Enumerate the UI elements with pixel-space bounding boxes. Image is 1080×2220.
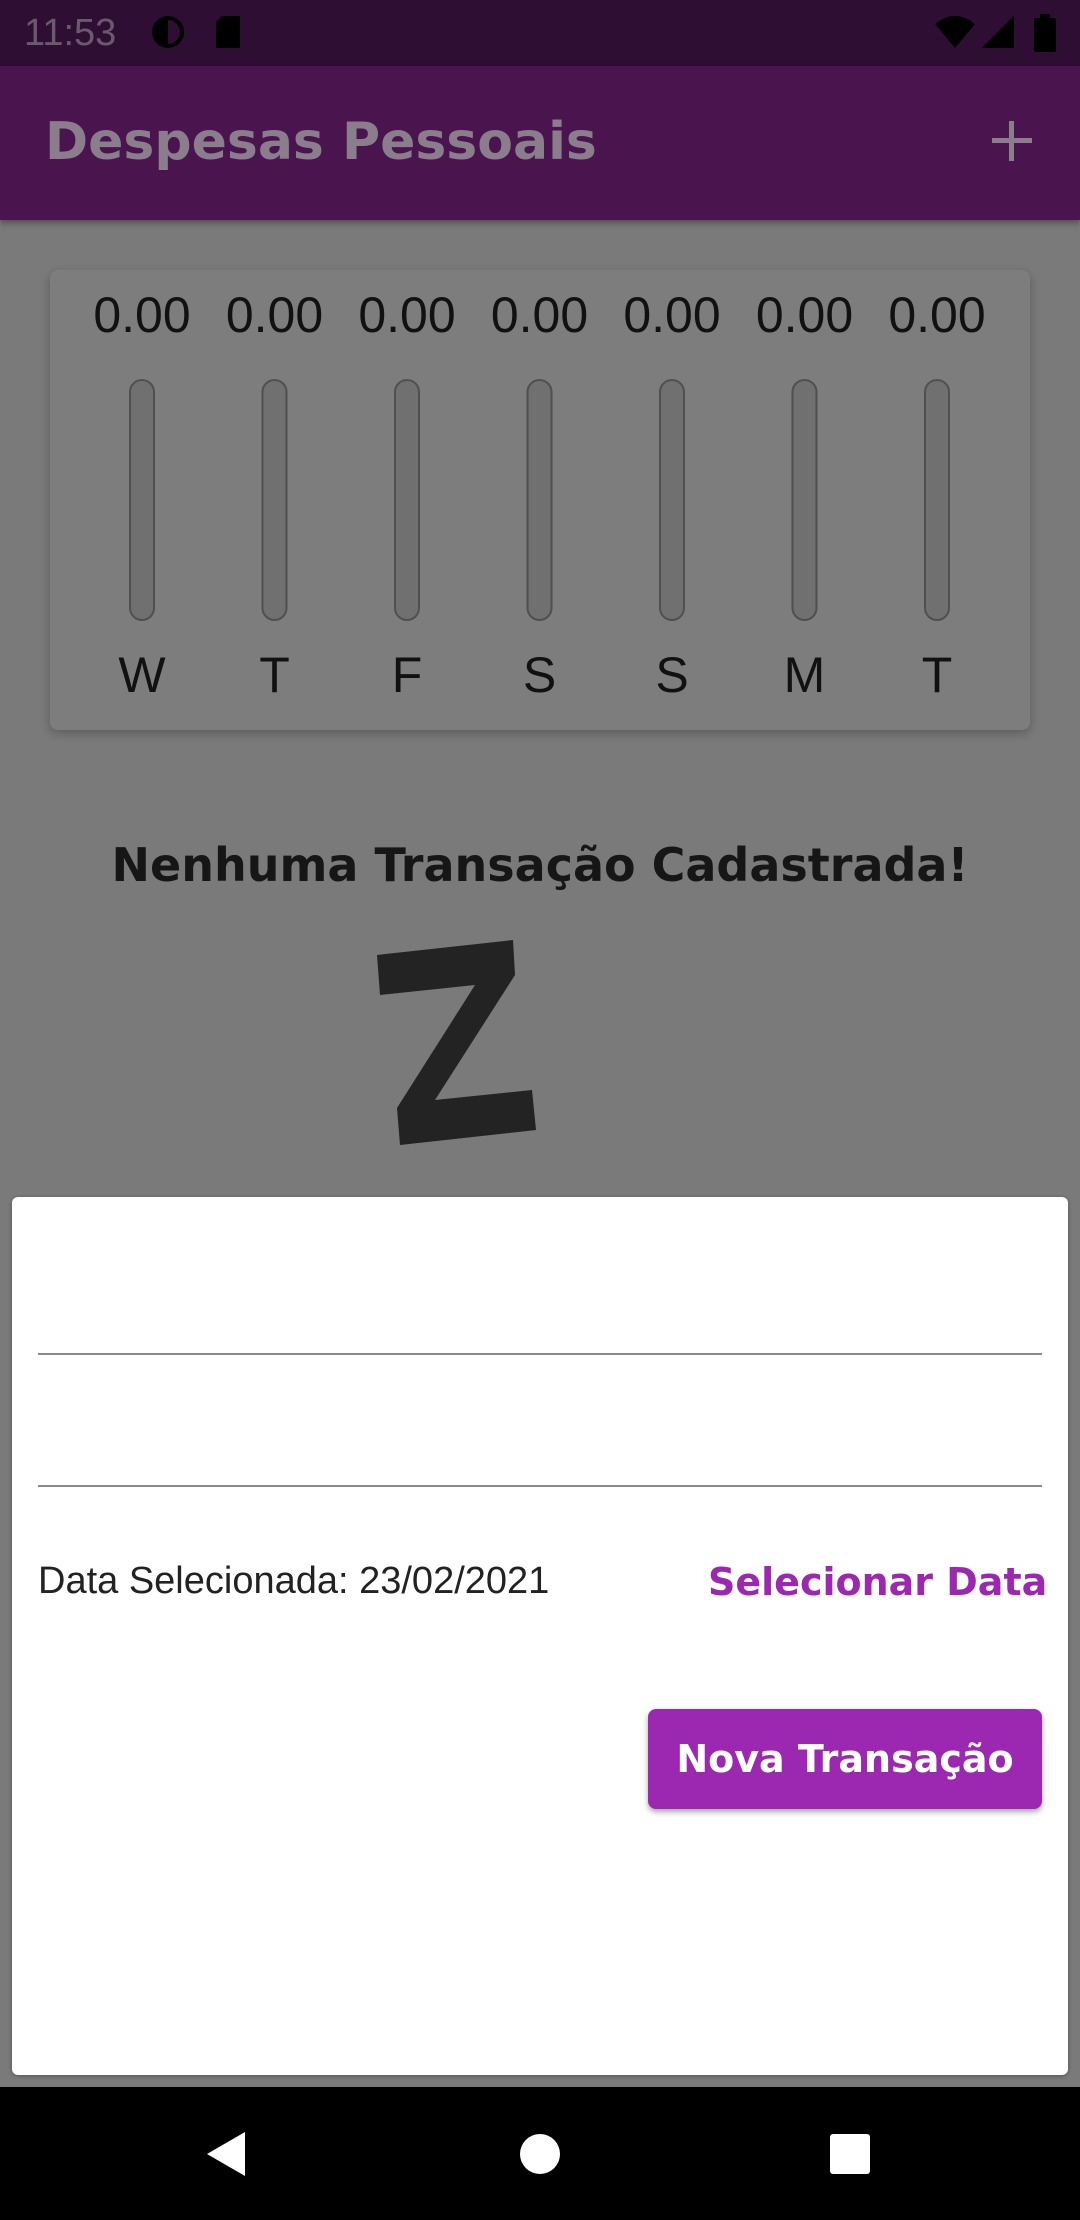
bar-value-label: 0.00	[623, 287, 720, 343]
bar-value-label: 0.00	[358, 287, 455, 343]
bar-track	[394, 379, 420, 621]
battery-icon	[1034, 14, 1056, 52]
title-input[interactable]	[38, 1283, 1042, 1355]
bar-track	[261, 379, 288, 621]
bar-track	[526, 379, 553, 621]
bottom-sheet: Data Selecionada: 23/02/2021 Selecionar …	[0, 1185, 1080, 2087]
weekday-label: F	[392, 647, 423, 703]
back-button[interactable]	[145, 2087, 305, 2220]
navigation-bar	[0, 2087, 1080, 2220]
weekday-label: T	[259, 647, 290, 703]
status-bar: 11:53	[0, 0, 1080, 66]
new-transaction-button[interactable]: Nova Transação	[648, 1709, 1042, 1809]
recents-button[interactable]	[770, 2087, 930, 2220]
app-bar: Despesas Pessoais	[0, 66, 1080, 220]
bar-value-label: 0.00	[888, 287, 985, 343]
bar-track	[791, 379, 818, 621]
wifi-icon	[935, 16, 975, 48]
value-input[interactable]	[38, 1415, 1042, 1487]
weekday-label: S	[655, 647, 688, 703]
weekly-chart: 0.00 W 0.00 T 0.00 F 0.00 S 0.00 S 0.00 M 0.00 T	[93, 287, 985, 703]
app-notification-icon	[152, 16, 184, 48]
weekday-label: W	[118, 647, 166, 703]
status-time: 11:53	[24, 12, 117, 54]
recents-square-icon	[830, 2134, 870, 2174]
cell-signal-icon	[982, 16, 1014, 48]
weekday-label: M	[784, 647, 826, 703]
bar-value-label: 0.00	[226, 287, 323, 343]
bar-value-label: 0.00	[93, 287, 190, 343]
weekday-label: S	[523, 647, 556, 703]
bar-track	[659, 379, 685, 621]
bar-value-label: 0.00	[491, 287, 588, 343]
empty-state-message: Nenhuma Transação Cadastrada!	[111, 838, 969, 892]
weekday-label: T	[922, 647, 953, 703]
plus-icon	[992, 121, 1032, 161]
add-transaction-button[interactable]	[982, 111, 1042, 171]
sd-card-icon	[216, 16, 240, 48]
bar-track	[129, 379, 155, 621]
empty-state-image	[377, 940, 536, 1145]
bar-value-label: 0.00	[756, 287, 853, 343]
selected-date-label: Data Selecionada: 23/02/2021	[38, 1560, 550, 1602]
back-triangle-icon	[207, 2132, 245, 2176]
home-circle-icon	[520, 2134, 560, 2174]
transaction-form-card: Data Selecionada: 23/02/2021 Selecionar …	[12, 1197, 1068, 2075]
home-button[interactable]	[460, 2087, 620, 2220]
weekly-chart-card: 0.00 W 0.00 T 0.00 F 0.00 S 0.00 S 0.00 M 0.00 T	[50, 270, 1030, 730]
page-title: Despesas Pessoais	[45, 112, 597, 172]
select-date-button[interactable]: Selecionar Data	[692, 1552, 1063, 1612]
bar-track	[924, 379, 950, 621]
